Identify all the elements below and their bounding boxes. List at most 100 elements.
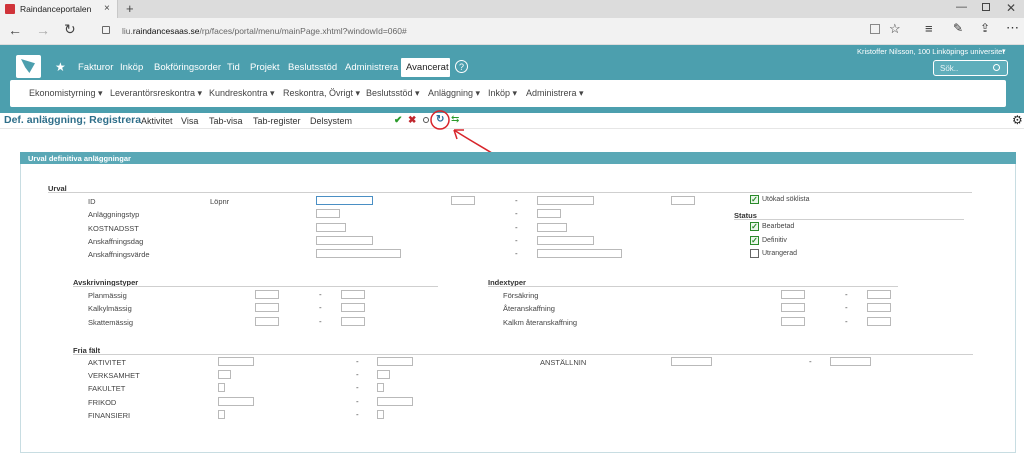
anlaggningstyp-from-input[interactable] bbox=[316, 209, 340, 218]
anskaffningsvarde-from-input[interactable] bbox=[316, 249, 401, 258]
back-icon[interactable]: ← bbox=[8, 22, 22, 38]
kalkm-ateranskaffning-to-input[interactable] bbox=[867, 317, 891, 326]
finansieri-from-input[interactable] bbox=[218, 410, 225, 419]
favorite-star-icon[interactable]: ☆ bbox=[889, 21, 901, 37]
fakultet-to-input[interactable] bbox=[377, 383, 384, 392]
nav-avancerat-active[interactable]: Avancerat bbox=[401, 58, 450, 77]
more-icon[interactable]: ⋯ bbox=[1006, 20, 1019, 36]
skattemassig-from-input[interactable] bbox=[255, 317, 279, 326]
refresh-icon[interactable]: ↻ bbox=[64, 21, 76, 38]
kalkylmassig-from-input[interactable] bbox=[255, 303, 279, 312]
portal-logo[interactable] bbox=[16, 55, 41, 78]
finansieri-to-input[interactable] bbox=[377, 410, 384, 419]
menu-tab-register[interactable]: Tab-register bbox=[253, 116, 301, 126]
menu-leverantorsreskontra[interactable]: Leverantörsreskontra ▾ bbox=[110, 88, 202, 99]
menu-ekonomistyrning[interactable]: Ekonomistyrning ▾ bbox=[29, 88, 103, 99]
label-fakultet: FAKULTET bbox=[88, 384, 126, 393]
nav-inkop[interactable]: Inköp bbox=[120, 62, 143, 73]
logo-mark-icon bbox=[21, 59, 35, 73]
utrangerad-checkbox[interactable] bbox=[750, 249, 759, 258]
anskaffningsdag-to-input[interactable] bbox=[537, 236, 594, 245]
menu-reskontra-ovrigt[interactable]: Reskontra, Övrigt ▾ bbox=[283, 88, 360, 99]
notes-icon[interactable]: ✎ bbox=[953, 21, 963, 35]
reading-view-icon[interactable] bbox=[870, 24, 880, 34]
ateranskaffning-from-input[interactable] bbox=[781, 303, 805, 312]
forsakring-from-input[interactable] bbox=[781, 290, 805, 299]
tab-title: Raindanceportalen bbox=[20, 4, 92, 14]
share-icon[interactable]: ⇪ bbox=[980, 21, 990, 35]
label-verksamhet: VERKSAMHET bbox=[88, 371, 140, 380]
definitiv-checkbox[interactable]: ✓ bbox=[750, 236, 759, 245]
menu-tab-visa[interactable]: Tab-visa bbox=[209, 116, 243, 126]
range-dash: - bbox=[356, 370, 359, 379]
lopnr-to-input[interactable] bbox=[671, 196, 695, 205]
nav-tid[interactable]: Tid bbox=[227, 62, 240, 73]
nav-administrera[interactable]: Administrera bbox=[345, 62, 398, 73]
verksamhet-from-input[interactable] bbox=[218, 370, 231, 379]
window-close-icon[interactable]: ✕ bbox=[1006, 1, 1016, 15]
kostnadsst-from-input[interactable] bbox=[316, 223, 346, 232]
hub-icon[interactable]: ≡ bbox=[925, 21, 933, 36]
verksamhet-to-input[interactable] bbox=[377, 370, 390, 379]
favorites-star-icon[interactable]: ★ bbox=[55, 60, 66, 74]
id-to-input[interactable] bbox=[537, 196, 594, 205]
nav-bokforingsorder[interactable]: Bokföringsorder bbox=[154, 62, 221, 73]
menu-administrera[interactable]: Administrera ▾ bbox=[526, 88, 584, 99]
minimize-icon[interactable]: — bbox=[956, 1, 967, 13]
browser-tab[interactable]: Raindanceportalen × bbox=[0, 0, 118, 18]
skattemassig-to-input[interactable] bbox=[341, 317, 365, 326]
id-from-input[interactable] bbox=[316, 196, 373, 205]
raindance-logo-icon bbox=[5, 4, 15, 14]
cancel-x-icon[interactable]: ✖ bbox=[408, 115, 416, 126]
search-input[interactable]: Sök.. bbox=[933, 60, 1008, 76]
menu-kundreskontra[interactable]: Kundreskontra ▾ bbox=[209, 88, 275, 99]
anstallnin-to-input[interactable] bbox=[830, 357, 871, 366]
label-lopnr: Löpnr bbox=[210, 197, 230, 206]
menu-visa[interactable]: Visa bbox=[181, 116, 198, 126]
ateranskaffning-to-input[interactable] bbox=[867, 303, 891, 312]
anstallnin-from-input[interactable] bbox=[671, 357, 712, 366]
range-dash: - bbox=[356, 410, 359, 419]
menu-inkop[interactable]: Inköp ▾ bbox=[488, 88, 517, 99]
url-field[interactable]: liu.raindancesaas.se/rp/faces/portal/men… bbox=[122, 26, 407, 36]
user-dropdown-icon[interactable]: ▾ bbox=[1002, 47, 1006, 55]
label-bearbetad: Bearbetad bbox=[762, 223, 795, 230]
anlaggningstyp-to-input[interactable] bbox=[537, 209, 561, 218]
lopnr-from-input[interactable] bbox=[451, 196, 475, 205]
utokad-soklista-checkbox[interactable]: ✓ bbox=[750, 195, 759, 204]
range-dash: - bbox=[845, 317, 848, 326]
user-name[interactable]: Kristoffer Nilsson, 100 Linköpings unive… bbox=[857, 47, 1004, 56]
aktivitet-from-input[interactable] bbox=[218, 357, 254, 366]
range-dash: - bbox=[515, 223, 518, 232]
menu-delsystem[interactable]: Delsystem bbox=[310, 116, 352, 126]
search-icon[interactable] bbox=[993, 64, 1000, 71]
nav-fakturor[interactable]: Fakturor bbox=[78, 62, 113, 73]
bearbetad-checkbox[interactable]: ✓ bbox=[750, 222, 759, 231]
kalkm-ateranskaffning-from-input[interactable] bbox=[781, 317, 805, 326]
settings-gear-icon[interactable]: ⚙ bbox=[1012, 113, 1023, 127]
confirm-check-icon[interactable]: ✔ bbox=[394, 115, 402, 126]
kalkylmassig-to-input[interactable] bbox=[341, 303, 365, 312]
anskaffningsvarde-to-input[interactable] bbox=[537, 249, 622, 258]
help-icon[interactable]: ? bbox=[455, 60, 468, 73]
new-tab-icon[interactable]: + bbox=[126, 1, 134, 16]
menu-beslutsstod[interactable]: Beslutsstöd ▾ bbox=[366, 88, 420, 99]
forsakring-to-input[interactable] bbox=[867, 290, 891, 299]
planmassig-to-input[interactable] bbox=[341, 290, 365, 299]
planmassig-from-input[interactable] bbox=[255, 290, 279, 299]
menu-anlaggning[interactable]: Anläggning ▾ bbox=[428, 88, 480, 99]
nav-projekt[interactable]: Projekt bbox=[250, 62, 280, 73]
menu-aktivitet[interactable]: Aktivitet bbox=[141, 116, 173, 126]
frikod-to-input[interactable] bbox=[377, 397, 413, 406]
anskaffningsdag-from-input[interactable] bbox=[316, 236, 373, 245]
nav-beslutsstod[interactable]: Beslutsstöd bbox=[288, 62, 337, 73]
kostnadsst-to-input[interactable] bbox=[537, 223, 567, 232]
avskrivningstyper-divider bbox=[73, 286, 438, 287]
restore-icon[interactable] bbox=[982, 3, 990, 11]
forward-icon[interactable]: → bbox=[36, 22, 50, 38]
aktivitet-to-input[interactable] bbox=[377, 357, 413, 366]
close-icon[interactable]: × bbox=[104, 3, 110, 14]
label-aktivitet: AKTIVITET bbox=[88, 358, 126, 367]
frikod-from-input[interactable] bbox=[218, 397, 254, 406]
fakultet-from-input[interactable] bbox=[218, 383, 225, 392]
